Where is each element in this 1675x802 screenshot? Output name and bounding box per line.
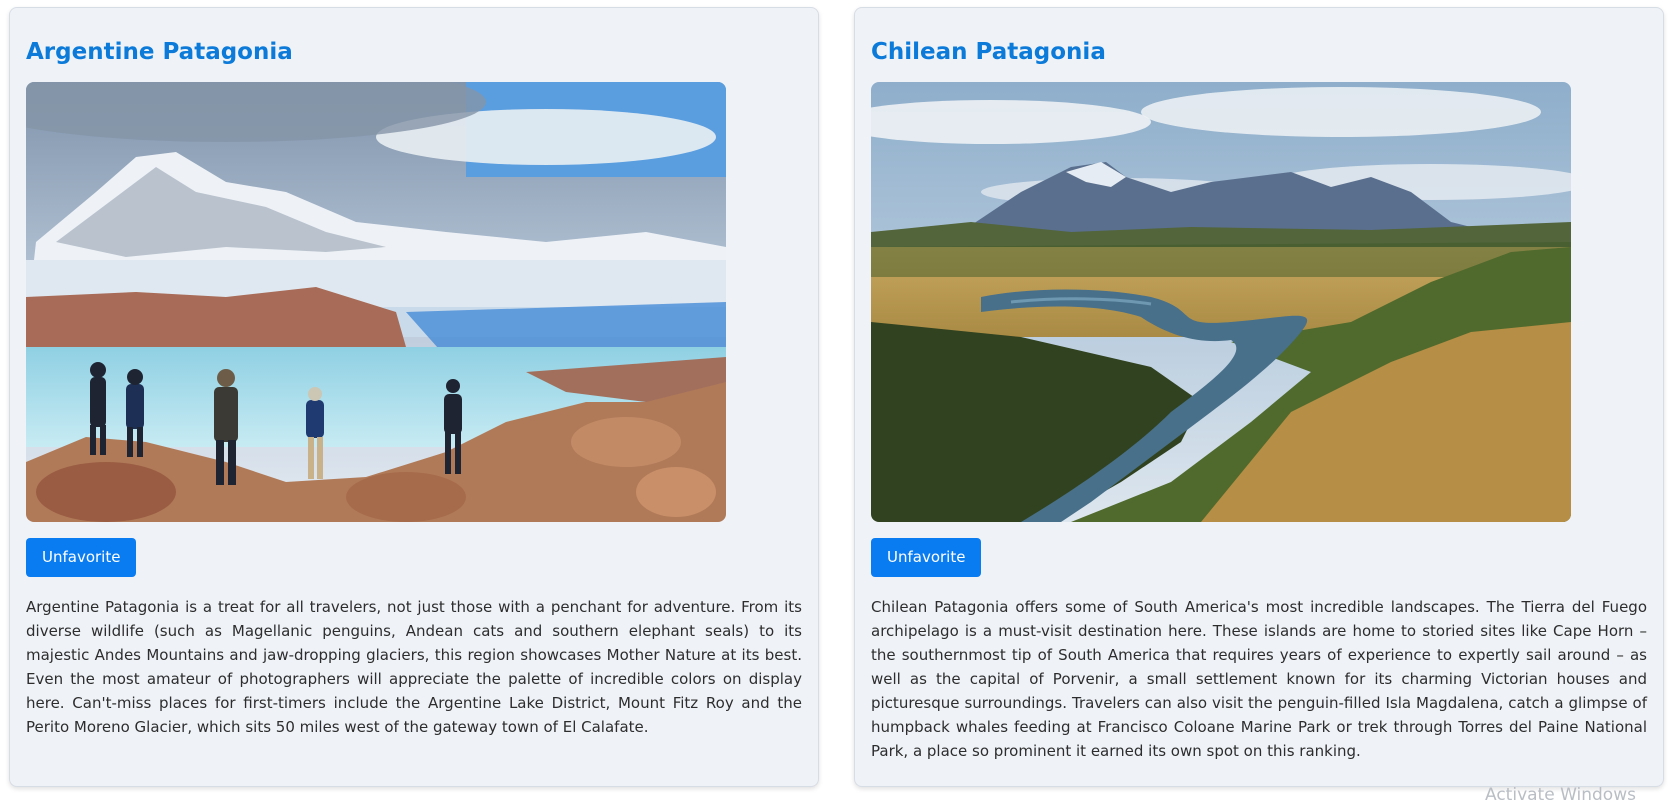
mountain-river-valley-photo: [871, 82, 1571, 522]
activate-windows-watermark: Activate Windows: [1485, 785, 1636, 802]
unfavorite-button[interactable]: Unfavorite: [871, 538, 982, 577]
card-description: Chilean Patagonia offers some of South A…: [871, 598, 1647, 760]
card-description: Argentine Patagonia is a treat for all t…: [26, 598, 802, 736]
destination-card-argentine: Argentine Patagonia Unfavorite Argentine…: [9, 7, 819, 787]
destination-card-chilean: Chilean Patagonia Unfavorite Chilean Pat…: [854, 7, 1664, 787]
glacier-hikers-photo: [26, 82, 726, 522]
card-title: Argentine Patagonia: [26, 39, 293, 65]
card-title: Chilean Patagonia: [871, 39, 1106, 65]
page: Argentine Patagonia Unfavorite Argentine…: [0, 0, 1675, 802]
unfavorite-button[interactable]: Unfavorite: [26, 538, 137, 577]
